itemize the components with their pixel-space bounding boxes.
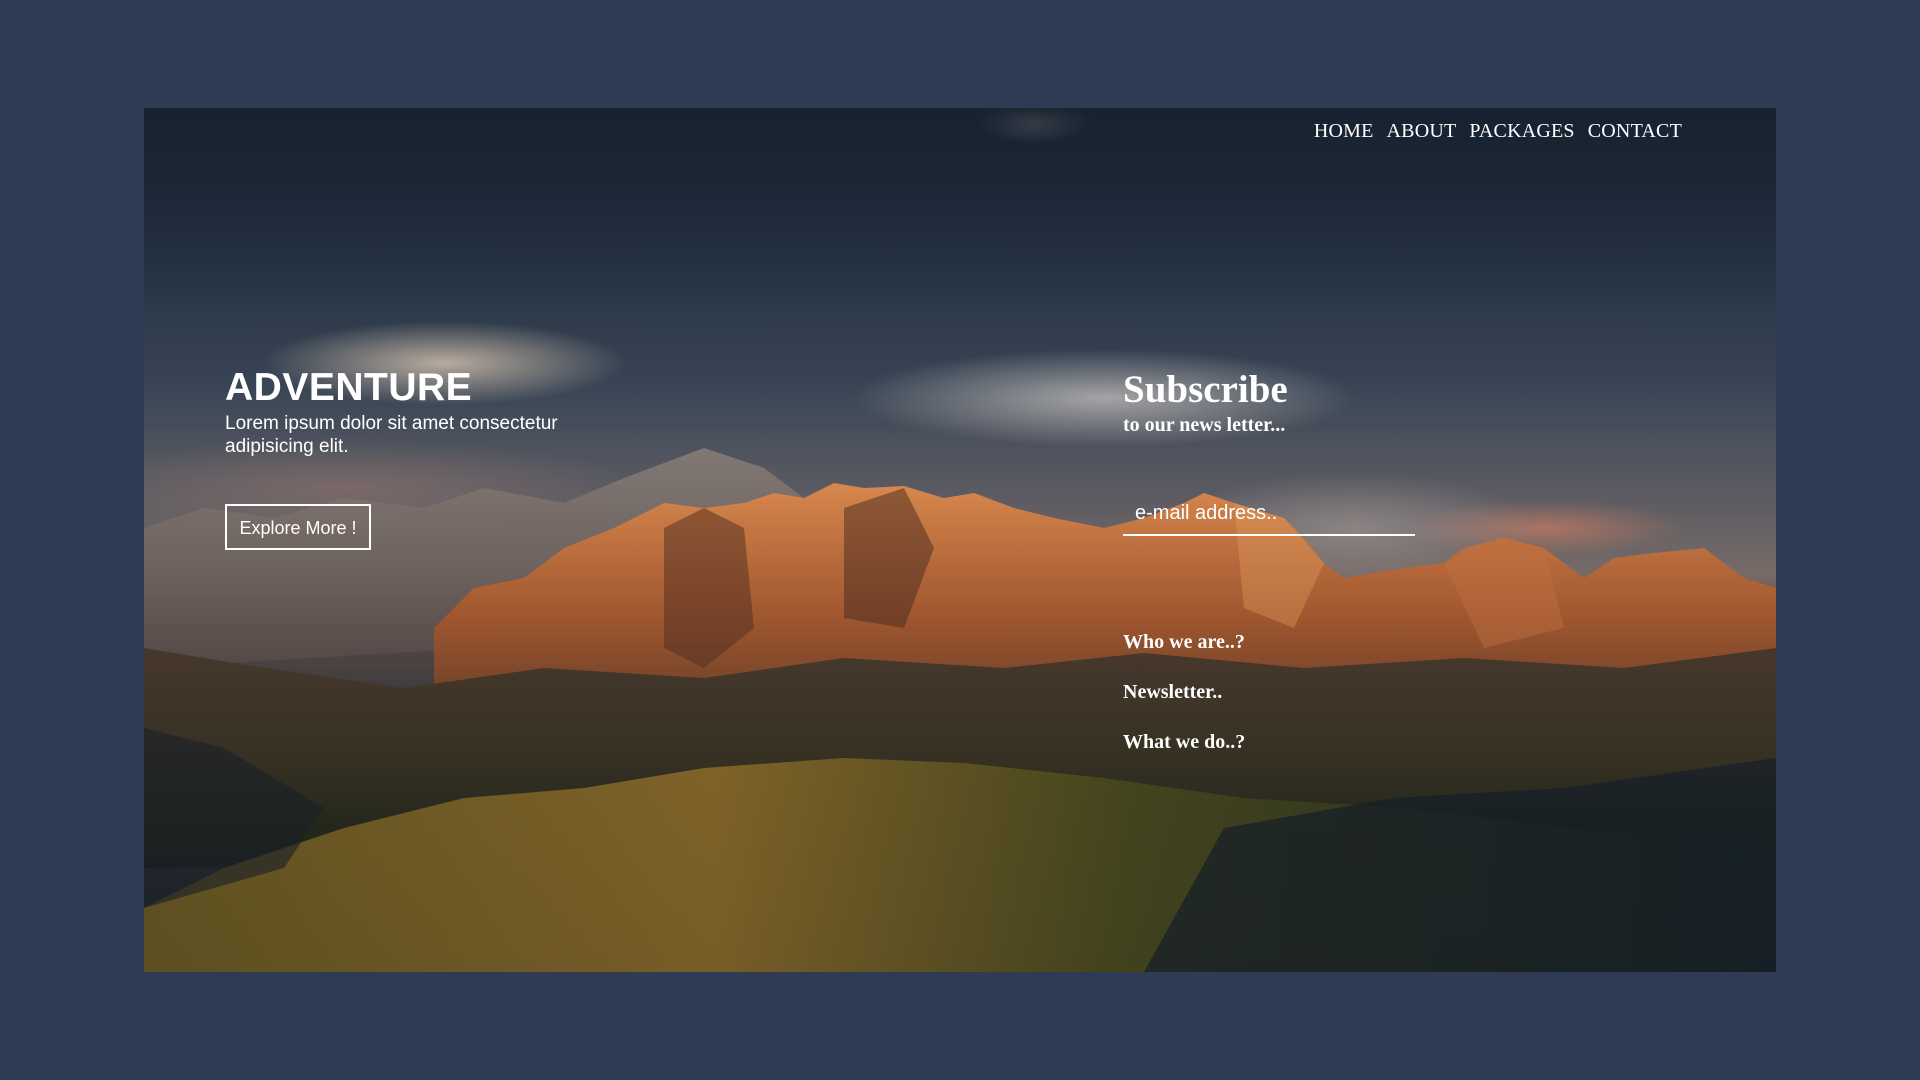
info-links: Who we are..? Newsletter.. What we do..? xyxy=(1123,630,1245,780)
email-input[interactable] xyxy=(1123,492,1415,536)
main-nav: HOME ABOUT PACKAGES CONTACT xyxy=(1314,120,1682,143)
hero-overlay xyxy=(144,108,1776,972)
hero-section: HOME ABOUT PACKAGES CONTACT ADVENTURE Lo… xyxy=(144,108,1776,972)
nav-contact-link[interactable]: CONTACT xyxy=(1588,120,1682,143)
hero-intro: ADVENTURE Lorem ipsum dolor sit amet con… xyxy=(225,366,625,458)
hero-title: ADVENTURE xyxy=(225,366,473,409)
nav-about-link[interactable]: ABOUT xyxy=(1387,120,1457,143)
subscribe-title: Subscribe xyxy=(1123,368,1288,411)
explore-more-button[interactable]: Explore More ! xyxy=(225,504,371,550)
who-we-are-link[interactable]: Who we are..? xyxy=(1123,630,1245,680)
what-we-do-link[interactable]: What we do..? xyxy=(1123,730,1245,780)
nav-packages-link[interactable]: PACKAGES xyxy=(1469,120,1574,143)
nav-home-link[interactable]: HOME xyxy=(1314,120,1374,143)
newsletter-link[interactable]: Newsletter.. xyxy=(1123,680,1245,730)
subscribe-subtitle: to our news letter... xyxy=(1123,414,1286,436)
hero-description: Lorem ipsum dolor sit amet consectetur a… xyxy=(225,413,558,457)
